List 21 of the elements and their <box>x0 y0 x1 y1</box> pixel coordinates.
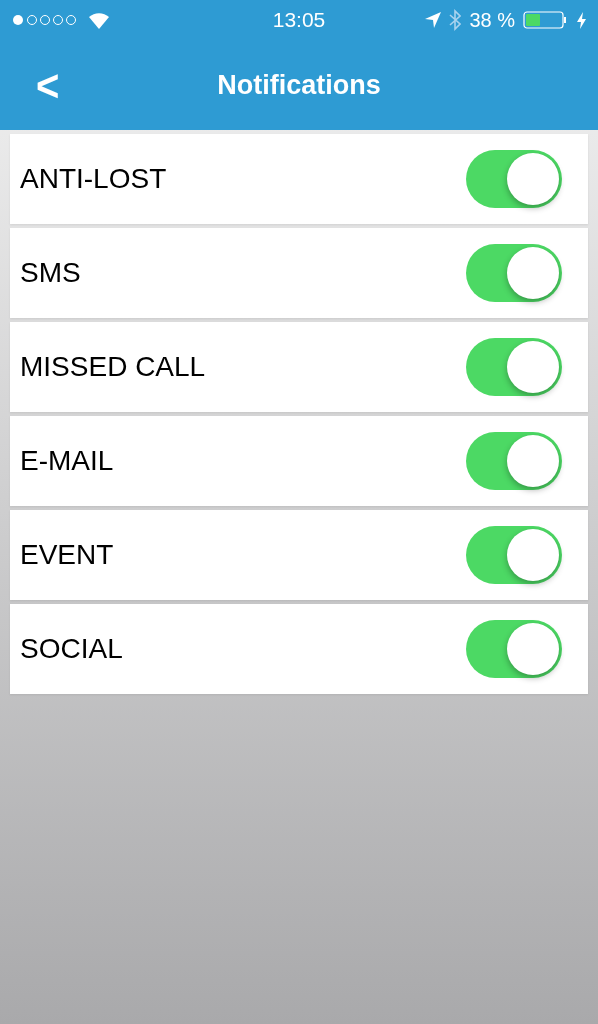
back-button[interactable]: < <box>36 64 60 108</box>
setting-label: ANTI-LOST <box>20 162 167 196</box>
battery-icon <box>523 10 569 30</box>
toggle-switch[interactable] <box>466 244 562 302</box>
toggle-switch[interactable] <box>466 150 562 208</box>
toggle-switch[interactable] <box>466 620 562 678</box>
toggle-switch[interactable] <box>466 338 562 396</box>
setting-label: EVENT <box>20 538 114 572</box>
battery-percent: 38 % <box>469 8 515 33</box>
page-title: Notifications <box>217 68 381 102</box>
setting-label: E-MAIL <box>20 444 114 478</box>
toggle-switch[interactable] <box>466 526 562 584</box>
toggle-switch[interactable] <box>466 432 562 490</box>
bluetooth-icon <box>449 9 462 31</box>
location-icon <box>425 12 442 28</box>
wifi-icon <box>88 11 110 29</box>
setting-label: MISSED CALL <box>20 350 206 384</box>
status-time: 13:05 <box>272 7 326 34</box>
setting-label: SMS <box>20 256 81 290</box>
charging-icon <box>577 11 586 29</box>
setting-label: SOCIAL <box>20 632 123 666</box>
